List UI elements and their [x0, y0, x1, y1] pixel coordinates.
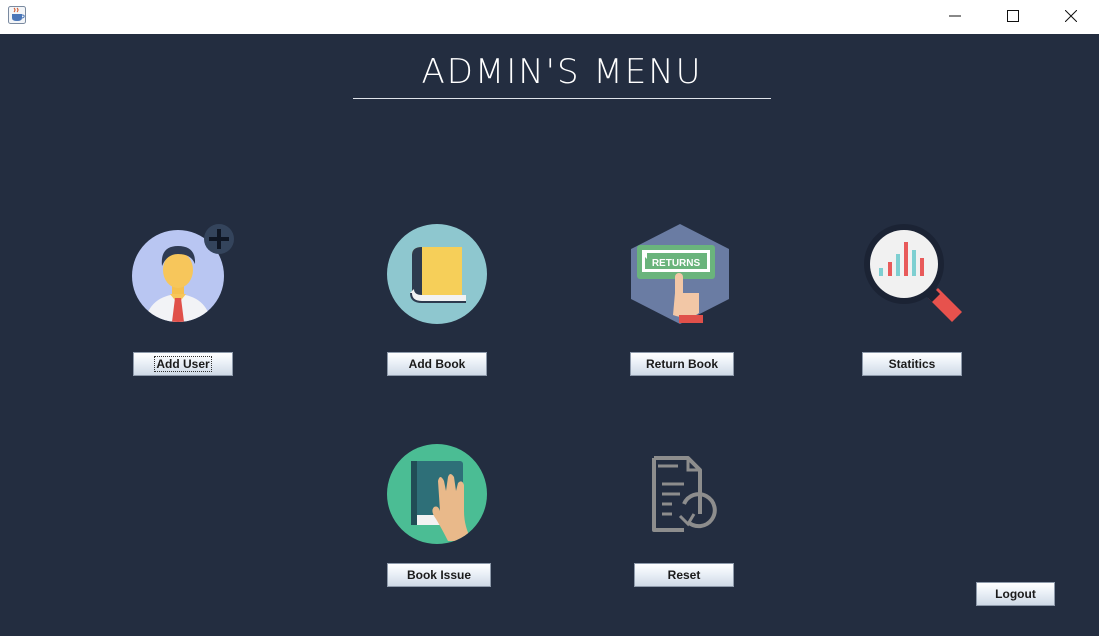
add-user-label: Add User: [154, 356, 212, 372]
title-underline: [353, 98, 771, 99]
minimize-button[interactable]: [926, 0, 984, 32]
minimize-icon: [949, 15, 961, 17]
add-user-icon: [132, 224, 234, 322]
book-issue-label: Book Issue: [406, 568, 472, 582]
logout-label: Logout: [995, 587, 1036, 601]
magnifier-chart-icon: [864, 224, 962, 322]
svg-text:RETURNS: RETURNS: [652, 258, 701, 269]
java-app-icon: [8, 6, 26, 24]
window-titlebar: [0, 0, 1099, 34]
logout-button[interactable]: Logout: [976, 582, 1055, 606]
reset-label: Reset: [667, 568, 701, 582]
admin-menu-panel: ADMIN'S MENU RETURNS Add User Add Book R…: [0, 34, 1099, 636]
maximize-icon: [1007, 10, 1019, 22]
book-issue-button[interactable]: Book Issue: [387, 563, 491, 587]
maximize-button[interactable]: [984, 0, 1042, 32]
return-book-label: Return Book: [646, 357, 718, 371]
reset-button[interactable]: Reset: [634, 563, 734, 587]
returns-sign-icon: RETURNS: [631, 224, 729, 324]
add-book-label: Add Book: [408, 357, 466, 371]
add-book-button[interactable]: Add Book: [387, 352, 487, 376]
statistics-label: Statitics: [888, 357, 936, 371]
statistics-button[interactable]: Statitics: [862, 352, 962, 376]
add-user-button[interactable]: Add User: [133, 352, 233, 376]
hand-on-book-icon: [387, 444, 487, 544]
close-icon: [1065, 10, 1077, 22]
document-reset-icon: [652, 456, 717, 532]
page-title: ADMIN'S MENU: [421, 52, 703, 92]
book-icon: [387, 224, 487, 324]
close-button[interactable]: [1042, 0, 1099, 32]
return-book-button[interactable]: Return Book: [630, 352, 734, 376]
